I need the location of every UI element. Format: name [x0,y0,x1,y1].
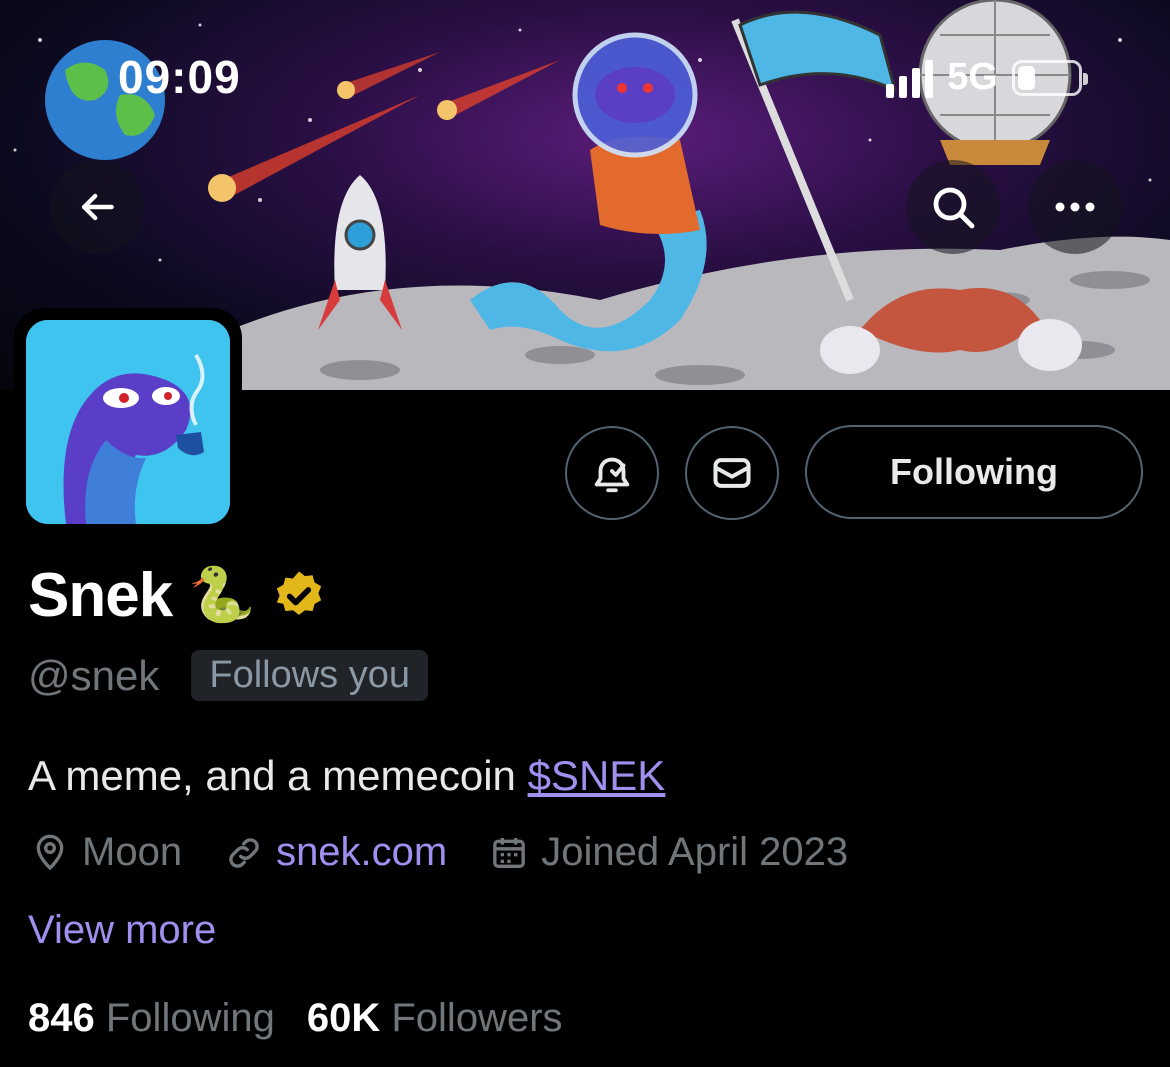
bio-text: A meme, and a memecoin [28,752,528,799]
link-icon [229,837,259,868]
followers-stat[interactable]: 60K Followers [307,996,563,1041]
more-icon [1055,202,1095,212]
snake-avatar-illustration [26,320,230,524]
network-type: 5G [947,56,998,98]
profile-handle: @snek [28,651,160,699]
mail-icon [713,458,751,488]
joined-item: Joined April 2023 [489,830,848,875]
website-item[interactable]: snek.com [224,830,447,875]
battery-icon [1012,59,1088,96]
status-time: 09:09 [118,51,241,103]
location-text: Moon [82,830,183,874]
handle-row: @snek Follows you [28,650,428,701]
following-button[interactable]: Following [805,425,1143,519]
following-stat[interactable]: 846 Following [28,996,275,1041]
following-count: 846 [28,996,95,1040]
search-icon [933,187,975,229]
signal-icon [886,58,934,98]
following-label: Following [105,996,275,1040]
back-arrow-icon [81,193,114,221]
more-options-button[interactable] [1028,160,1122,254]
joined-date: Joined April 2023 [541,830,849,874]
bell-check-icon [594,457,630,493]
bio-cashtag-link[interactable]: $SNEK [528,752,666,799]
status-indicators: 5G [886,56,1088,99]
follows-you-badge: Follows you [191,650,428,701]
search-button[interactable] [906,160,1000,254]
followers-label: Followers [391,996,563,1040]
followers-count: 60K [306,996,381,1040]
name-emoji: 🐍 [188,565,256,625]
profile-name-row: Snek 🐍 [28,560,327,631]
view-more-link[interactable]: View more [28,908,216,953]
location-item: Moon [30,830,182,875]
follow-stats: 846 Following 60K Followers [28,996,595,1041]
profile-avatar[interactable] [14,308,242,536]
verified-badge-icon[interactable] [271,568,327,624]
profile-bio: A meme, and a memecoin $SNEK [28,752,665,800]
calendar-icon [493,837,526,868]
location-pin-icon [36,834,64,870]
notifications-button[interactable] [565,426,659,520]
back-button[interactable] [50,160,144,254]
message-button[interactable] [685,426,779,520]
profile-meta: Moon snek.com Joined April 2023 [30,830,890,875]
display-name: Snek [28,561,173,630]
website-link[interactable]: snek.com [276,830,447,875]
